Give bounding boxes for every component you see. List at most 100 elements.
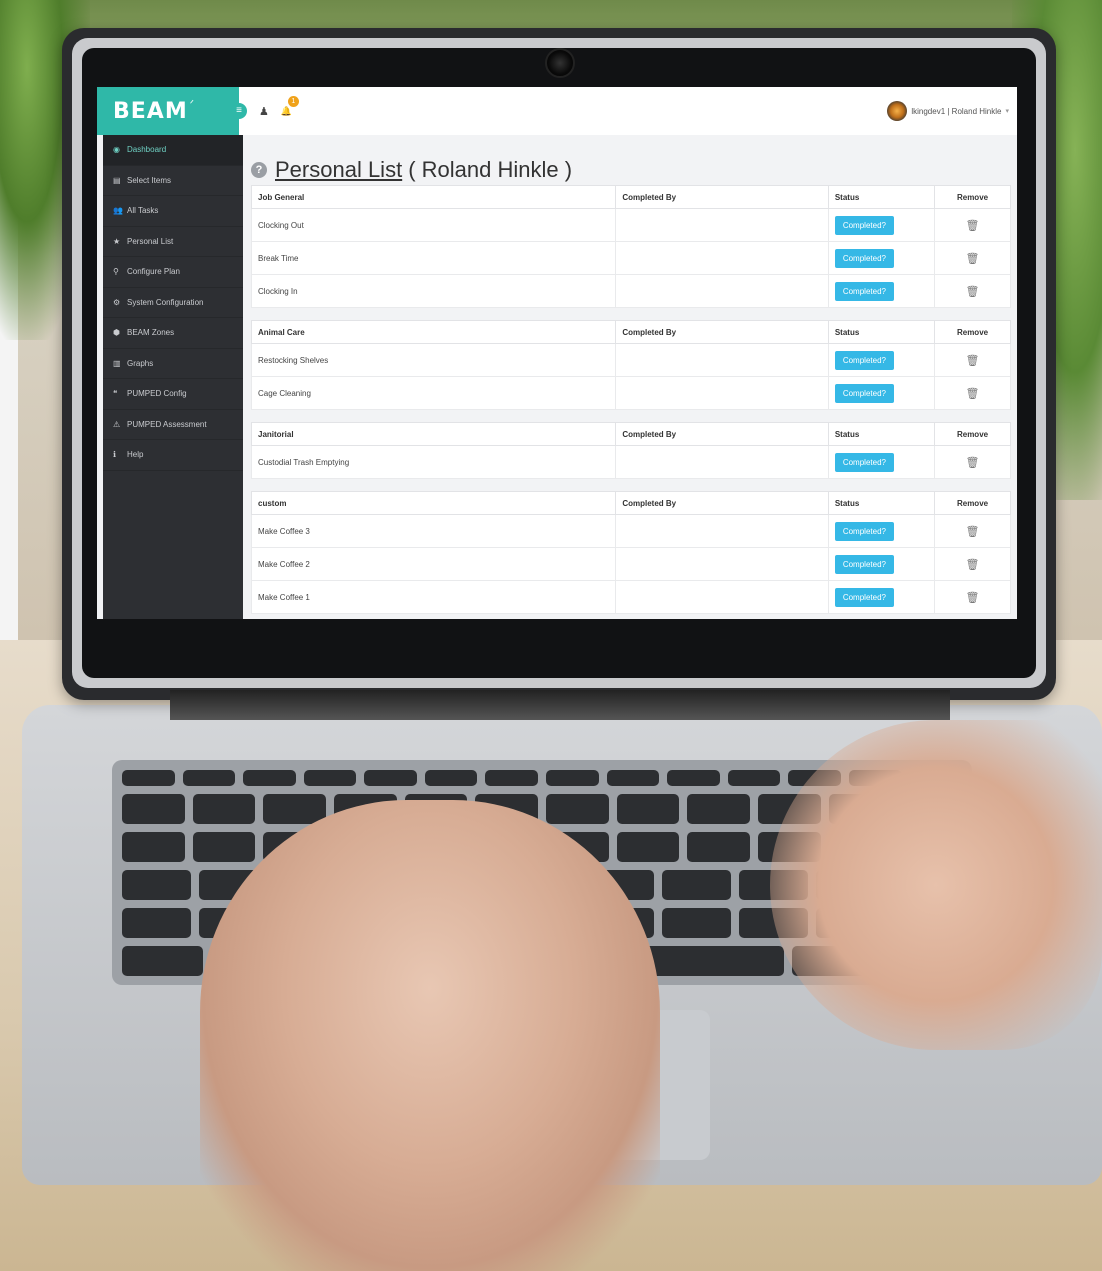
table-row: Cage Cleaning Completed? 🗑	[250, 376, 1011, 410]
task-table: Job General Completed By Status Remove Clock…	[250, 185, 1011, 308]
bar-chart-icon: ▥	[113, 358, 121, 368]
brand-logo[interactable]: BEAM ᐟ	[97, 87, 239, 135]
sidebar-item-pumped-config[interactable]: ❝ PUMPED Config	[103, 379, 243, 410]
status-cell: Completed?	[827, 580, 936, 614]
group-name-header: custom	[250, 491, 617, 515]
sidebar-item-label: All Tasks	[127, 206, 159, 216]
laptop-hinge	[170, 690, 950, 720]
table-header-row: custom Completed By Status Remove	[250, 491, 1011, 515]
status-header: Status	[827, 422, 936, 446]
status-header: Status	[827, 320, 936, 344]
task-name: Make Coffee 2	[250, 547, 617, 581]
task-group-table: Janitorial Completed By Status Remove Custod…	[250, 422, 1011, 479]
gears-icon: ⚙	[113, 297, 121, 307]
table-row: Make Coffee 2 Completed? 🗑	[250, 547, 1011, 581]
completed-button[interactable]: Completed?	[834, 383, 894, 403]
table-row: Restocking Shelves Completed? 🗑	[250, 343, 1011, 377]
status-cell: Completed?	[827, 208, 936, 242]
sidebar-item-label: Personal List	[127, 236, 174, 246]
sidebar-item-configure-plan[interactable]: ⚲ Configure Plan	[103, 257, 243, 288]
completed-button[interactable]: Completed?	[834, 281, 894, 301]
sidebar-item-system-configuration[interactable]: ⚙ System Configuration	[103, 288, 243, 318]
sidebar-item-help[interactable]: ℹ Help	[103, 440, 243, 471]
quote-icon: ❝	[113, 389, 118, 399]
task-table: Animal Care Completed By Status Remove Resto…	[250, 320, 1011, 410]
question-icon[interactable]: ?	[251, 162, 267, 178]
brand-text: BEAM	[113, 98, 188, 124]
completed-button[interactable]: Completed?	[834, 587, 894, 607]
users-icon: 👥	[113, 206, 123, 216]
avatar	[887, 101, 908, 121]
pin-icon: ⚲	[113, 267, 119, 277]
user-icon[interactable]: ♟	[259, 105, 269, 118]
completed-by-cell	[615, 514, 829, 548]
sidebar-item-all-tasks[interactable]: 👥 All Tasks	[103, 196, 243, 227]
menu-toggle-icon[interactable]: ≡	[231, 103, 247, 119]
table-header-row: Janitorial Completed By Status Remove	[250, 422, 1011, 446]
status-header: Status	[827, 185, 936, 209]
completed-by-cell	[615, 445, 829, 479]
user-menu[interactable]: lkingdev1 | Roland Hinkle ▾	[887, 101, 1009, 121]
completed-by-header: Completed By	[615, 320, 829, 344]
table-row: Break Time Completed? 🗑	[250, 241, 1011, 275]
completed-by-header: Completed By	[615, 422, 829, 446]
dashboard-icon: ◉	[113, 145, 120, 155]
notification-bell[interactable]: 🔔 1	[280, 96, 299, 117]
task-name: Make Coffee 1	[250, 580, 617, 614]
completed-button[interactable]: Completed?	[834, 215, 894, 235]
sidebar-item-label: BEAM Zones	[127, 328, 175, 338]
completed-button[interactable]: Completed?	[834, 452, 894, 472]
bell-icon: 🔔	[280, 106, 293, 116]
notification-badge: 1	[287, 96, 299, 107]
status-cell: Completed?	[827, 241, 936, 275]
task-name: Clocking Out	[250, 208, 617, 242]
sidebar-item-label: Help	[127, 450, 144, 460]
task-name: Cage Cleaning	[250, 376, 617, 410]
status-header: Status	[827, 491, 936, 515]
sidebar-item-personal-list[interactable]: ★ Personal List	[103, 227, 243, 257]
remove-header: Remove	[934, 320, 1011, 344]
table-row: Make Coffee 3 Completed? 🗑	[250, 514, 1011, 548]
laptop-screen: BEAM ᐟ ≡ ♟ 🔔 1 lkingdev1 | Roland Hinkle…	[97, 87, 1017, 619]
completed-button[interactable]: Completed?	[834, 248, 894, 268]
remove-cell: 🗑	[934, 241, 1011, 275]
table-row: Clocking Out Completed? 🗑	[250, 208, 1011, 242]
trash-icon[interactable]: 🗑	[966, 592, 980, 604]
sidebar-item-beam-zones[interactable]: ⬢ BEAM Zones	[103, 318, 243, 349]
trash-icon[interactable]: 🗑	[966, 457, 980, 469]
completed-button[interactable]: Completed?	[834, 350, 894, 370]
trash-icon[interactable]: 🗑	[966, 559, 980, 571]
trash-icon[interactable]: 🗑	[966, 355, 980, 367]
remove-cell: 🗑	[934, 376, 1011, 410]
personal-list-link[interactable]: Personal List	[275, 157, 402, 183]
completed-button[interactable]: Completed?	[834, 521, 894, 541]
warning-icon: ⚠	[113, 419, 121, 429]
completed-by-cell	[615, 547, 829, 581]
sidebar-item-graphs[interactable]: ▥ Graphs	[103, 349, 243, 379]
status-cell: Completed?	[827, 445, 936, 479]
sidebar-item-select-items[interactable]: ▤ Select Items	[103, 166, 243, 196]
trash-icon[interactable]: 🗑	[966, 526, 980, 538]
completed-by-header: Completed By	[615, 491, 829, 515]
trash-icon[interactable]: 🗑	[966, 253, 980, 265]
completed-by-cell	[615, 274, 829, 308]
main-content: ? Personal List ( Roland Hinkle ) Job Ge…	[243, 135, 1017, 619]
task-group-table: Animal Care Completed By Status Remove Resto…	[250, 320, 1011, 410]
completed-by-cell	[615, 580, 829, 614]
trash-icon[interactable]: 🗑	[966, 286, 980, 298]
sidebar: ◉ Dashboard ▤ Select Items 👥 All Tasks ★…	[103, 135, 243, 619]
sidebar-item-pumped-assessment[interactable]: ⚠ PUMPED Assessment	[103, 410, 243, 440]
remove-cell: 🗑	[934, 514, 1011, 548]
remove-header: Remove	[934, 491, 1011, 515]
group-name-header: Animal Care	[250, 320, 617, 344]
sidebar-item-label: System Configuration	[127, 297, 204, 307]
remove-header: Remove	[934, 422, 1011, 446]
brand-spark-icon: ᐟ	[189, 98, 194, 110]
completed-by-cell	[615, 208, 829, 242]
trash-icon[interactable]: 🗑	[966, 388, 980, 400]
sidebar-item-dashboard[interactable]: ◉ Dashboard	[103, 135, 243, 166]
remove-cell: 🗑	[934, 274, 1011, 308]
completed-button[interactable]: Completed?	[834, 554, 894, 574]
top-bar: ≡ ♟ 🔔 1 lkingdev1 | Roland Hinkle ▾	[231, 87, 1017, 135]
trash-icon[interactable]: 🗑	[966, 220, 980, 232]
